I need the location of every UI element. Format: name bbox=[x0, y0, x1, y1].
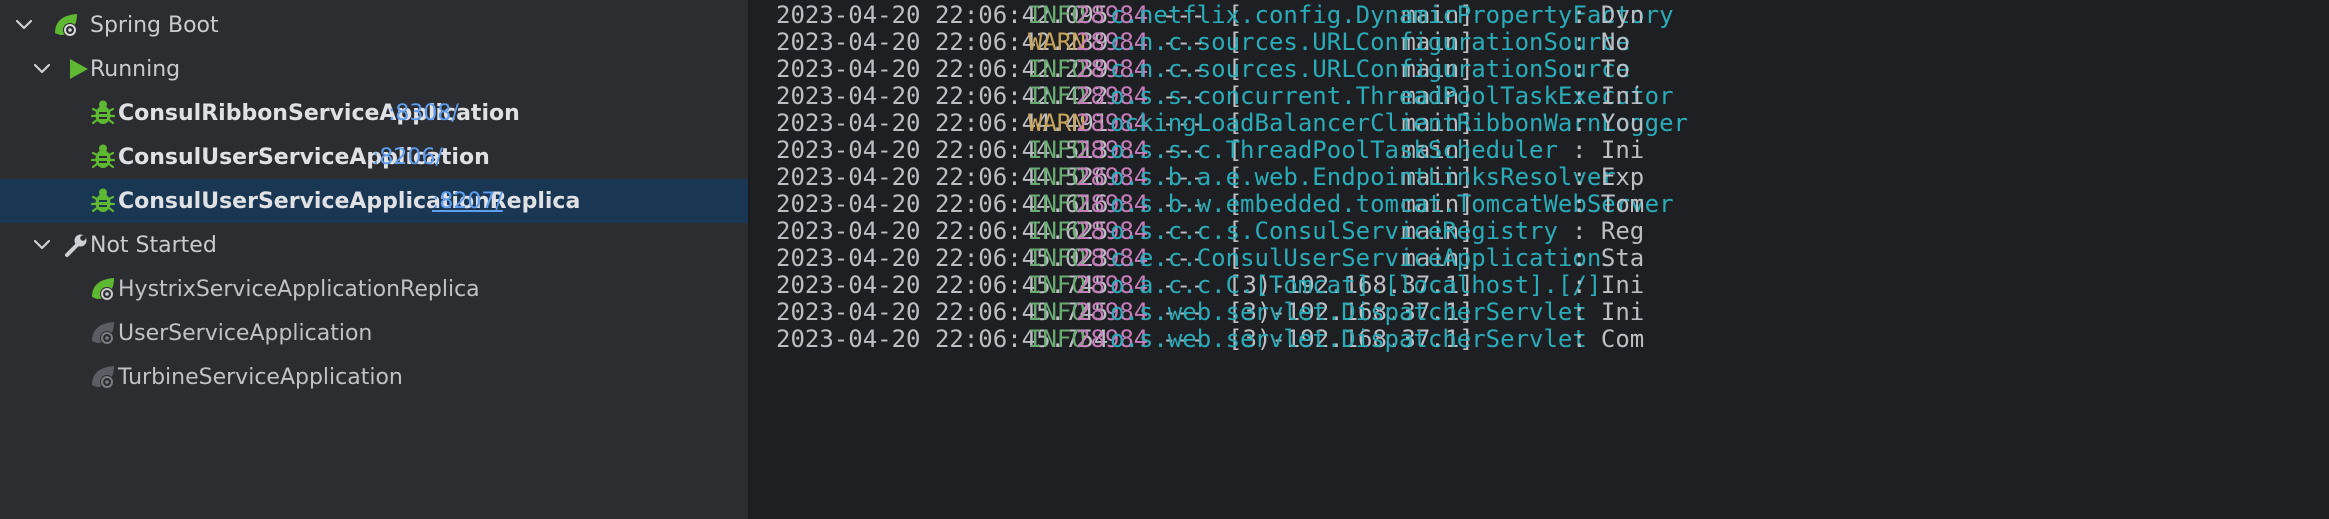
log-line: 2023-04-20 22:06:45.754 INFO 28984 --- [3)-1… bbox=[750, 319, 2329, 359]
bug-icon bbox=[89, 143, 117, 171]
tree-item-running-app[interactable]: ConsulRibbonServiceApplication :8308/ bbox=[0, 91, 748, 135]
chevron-down-icon[interactable] bbox=[32, 59, 52, 79]
app-name: TurbineServiceApplication bbox=[118, 364, 403, 390]
chevron-down-icon[interactable] bbox=[14, 15, 34, 35]
wrench-icon bbox=[62, 231, 90, 259]
tree-node-running[interactable]: Running bbox=[0, 47, 748, 91]
tree-node-spring-boot[interactable]: Spring Boot bbox=[0, 3, 748, 47]
tree-item-stopped-app[interactable]: UserServiceApplication bbox=[0, 311, 748, 355]
console-output[interactable]: 2023-04-20 22:06:42.095 INFO 28984 ---[ mai… bbox=[748, 0, 2329, 519]
tree-item-running-app-selected[interactable]: ConsulUserServiceApplicationReplica :820… bbox=[0, 179, 748, 223]
log-message: : Com bbox=[1572, 325, 1645, 353]
services-tree: Spring Boot Running ConsulRibbonServiceA… bbox=[0, 0, 748, 519]
app-name: HystrixServiceApplicationReplica bbox=[118, 276, 480, 302]
tree-item-stopped-app[interactable]: HystrixServiceApplicationReplica bbox=[0, 267, 748, 311]
log-logger: o.s.web.servlet.DispatcherServlet bbox=[1110, 325, 1587, 353]
tree-node-label: Running bbox=[90, 56, 181, 82]
app-name: UserServiceApplication bbox=[118, 320, 373, 346]
app-name: ConsulUserServiceApplicationReplica bbox=[118, 188, 581, 214]
port-link[interactable]: :8206/ bbox=[372, 145, 443, 170]
tree-item-running-app[interactable]: ConsulUserServiceApplication :8206/ bbox=[0, 135, 748, 179]
port-link[interactable]: :8207/ bbox=[432, 189, 503, 214]
app-name: ConsulRibbonServiceApplication bbox=[118, 100, 520, 126]
chevron-down-icon[interactable] bbox=[32, 235, 52, 255]
spring-app-icon bbox=[89, 275, 117, 303]
port-link[interactable]: :8308/ bbox=[388, 101, 459, 126]
tree-node-label: Spring Boot bbox=[90, 12, 219, 38]
spring-boot-icon bbox=[52, 11, 80, 39]
bug-icon bbox=[89, 99, 117, 127]
bug-icon bbox=[89, 187, 117, 215]
run-icon bbox=[64, 55, 92, 83]
spring-app-icon bbox=[89, 363, 117, 391]
tree-item-stopped-app[interactable]: TurbineServiceApplication bbox=[0, 355, 748, 399]
spring-app-icon bbox=[89, 319, 117, 347]
tree-node-not-started[interactable]: Not Started bbox=[0, 223, 748, 267]
tree-node-label: Not Started bbox=[90, 232, 217, 258]
